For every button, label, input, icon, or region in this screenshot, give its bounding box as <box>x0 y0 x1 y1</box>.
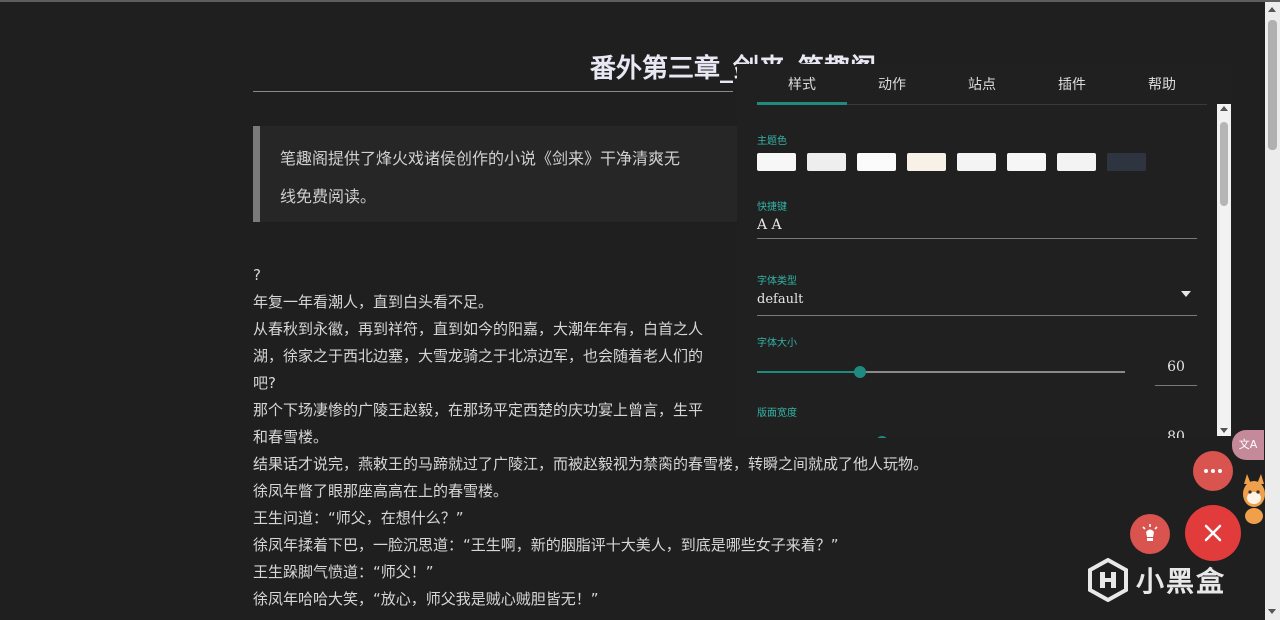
title-divider <box>253 91 733 92</box>
close-icon <box>1204 524 1222 542</box>
font-type-select[interactable]: default <box>757 287 1197 316</box>
settings-scrollbar[interactable] <box>1217 104 1231 436</box>
light-toggle-button[interactable] <box>1130 514 1170 554</box>
more-options-button[interactable] <box>1193 451 1233 491</box>
text-line: 徐凤年揉着下巴，一脸沉思道：“王生啊，新的胭脂评十大美人，到底是哪些女子来着？” <box>253 536 839 554</box>
font-size-slider[interactable] <box>757 366 1125 378</box>
font-size-label: 字体大小 <box>757 338 797 349</box>
tab-sites[interactable]: 站点 <box>937 64 1027 104</box>
translate-button[interactable]: 文A <box>1232 430 1264 460</box>
tab-help[interactable]: 帮助 <box>1117 64 1207 104</box>
font-type-label: 字体类型 <box>757 276 797 287</box>
source-notice-line: 笔趣阁提供了烽火戏诸侯创作的小说《剑来》干净清爽无 <box>280 149 681 168</box>
font-type-section: 字体类型 default <box>757 272 1197 316</box>
settings-scroll-thumb[interactable] <box>1220 122 1228 206</box>
theme-color-section: 主题色 <box>757 132 1197 171</box>
heybox-watermark: 小黑盒 <box>1086 558 1226 602</box>
theme-swatch-1[interactable] <box>757 153 796 171</box>
settings-panel: 样式 动作 站点 插件 帮助 主题色 快捷键 A A 字体类型 default … <box>737 64 1233 438</box>
page-width-slider-row: 80 <box>757 419 1197 438</box>
settings-tabs: 样式 动作 站点 插件 帮助 <box>757 64 1207 105</box>
tab-actions[interactable]: 动作 <box>847 64 937 104</box>
source-notice-line: 线免费阅读。 <box>280 187 377 206</box>
watermark-text: 小黑盒 <box>1136 565 1227 598</box>
theme-swatch-4[interactable] <box>907 153 946 171</box>
theme-swatches <box>757 153 1197 171</box>
font-size-slider-row: 60 <box>757 349 1197 386</box>
theme-color-label: 主题色 <box>757 136 787 147</box>
theme-swatch-2[interactable] <box>807 153 846 171</box>
page-scroll-down-icon[interactable] <box>1268 609 1276 614</box>
font-size-slider-fill <box>757 371 861 373</box>
lightbulb-icon <box>1142 524 1158 541</box>
scroll-up-arrow-icon[interactable] <box>1220 106 1228 111</box>
text-line: 徐凤年瞥了眼那座高高在上的春雪楼。 <box>253 482 509 500</box>
scroll-down-arrow-icon[interactable] <box>1220 428 1228 433</box>
theme-swatch-7[interactable] <box>1057 153 1096 171</box>
close-panel-button[interactable] <box>1185 505 1241 561</box>
page-width-label: 版面宽度 <box>757 408 797 419</box>
active-tab-indicator <box>757 102 847 105</box>
theme-swatch-6[interactable] <box>1007 153 1046 171</box>
theme-swatch-8[interactable] <box>1107 153 1146 171</box>
page-width-value[interactable]: 80 <box>1155 419 1197 438</box>
dropdown-arrow-icon <box>1181 291 1191 297</box>
page-scrollbar[interactable] <box>1265 2 1280 620</box>
theme-swatch-3[interactable] <box>857 153 896 171</box>
text-line: 王生跺脚气愤道：“师父！” <box>253 563 434 581</box>
theme-swatch-5[interactable] <box>957 153 996 171</box>
font-size-section: 字体大小 60 <box>757 334 1197 386</box>
shortcut-field[interactable]: A A <box>757 213 1197 239</box>
tab-style[interactable]: 样式 <box>757 64 847 104</box>
heybox-logo-icon <box>1088 558 1128 602</box>
page-scroll-up-icon[interactable] <box>1268 7 1276 12</box>
font-size-slider-thumb[interactable] <box>854 366 867 378</box>
shortcut-label: 快捷键 <box>757 202 787 213</box>
source-notice: 笔趣阁提供了烽火戏诸侯创作的小说《剑来》干净清爽无 线免费阅读。 <box>253 126 773 222</box>
cat-mascot-icon[interactable] <box>1238 460 1265 526</box>
more-dots-icon <box>1204 469 1222 473</box>
page-scroll-thumb[interactable] <box>1268 20 1277 150</box>
tab-plugins[interactable]: 插件 <box>1027 64 1117 104</box>
text-line: 徐凤年哈哈大笑，“放心，师父我是贼心贼胆皆无！” <box>253 590 599 608</box>
page-width-slider-thumb[interactable] <box>876 436 889 438</box>
font-size-value[interactable]: 60 <box>1155 349 1197 386</box>
font-type-value: default <box>757 292 804 307</box>
page-width-section: 版面宽度 80 <box>757 404 1197 438</box>
text-line: 王生问道：“师父，在想什么？” <box>253 509 464 527</box>
text-line: 结果话才说完，燕敕王的马蹄就过了广陵江，而被赵毅视为禁脔的春雪楼，转瞬之间就成了… <box>253 455 929 473</box>
shortcut-section: 快捷键 A A <box>757 198 1197 239</box>
